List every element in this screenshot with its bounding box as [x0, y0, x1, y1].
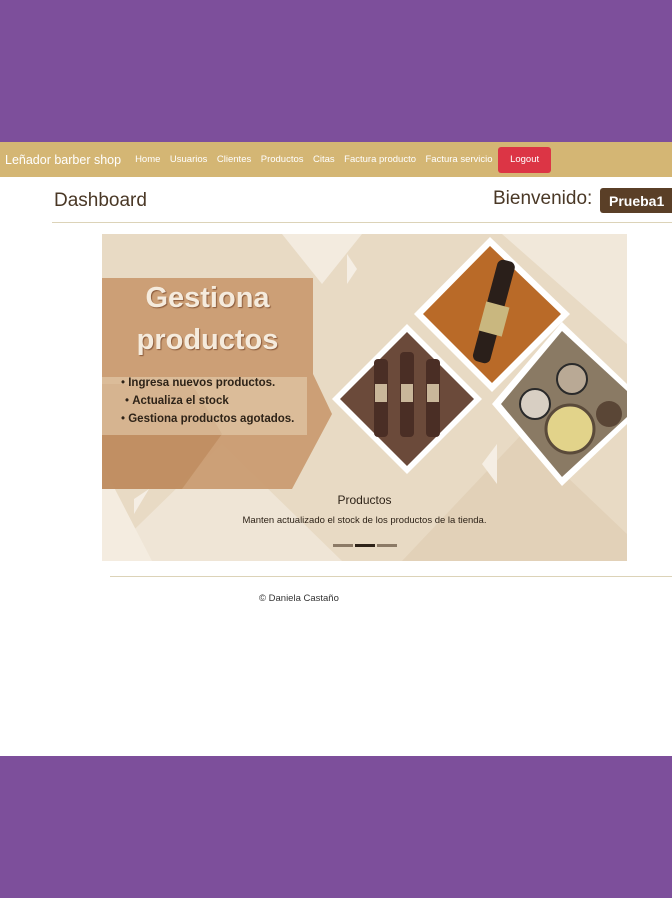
slide-bullet-list: Ingresa nuevos productos. Actualiza el s… — [121, 377, 294, 431]
nav-link-factura-servicio[interactable]: Factura servicio — [426, 154, 493, 165]
navbar: Leñador barber shop Home Usuarios Client… — [0, 142, 672, 177]
carousel-indicator-1[interactable] — [333, 544, 353, 547]
slide-bullet: Gestiona productos agotados. — [121, 413, 294, 425]
page: Leñador barber shop Home Usuarios Client… — [0, 142, 672, 756]
slide-heading-line1: Gestiona — [145, 282, 270, 314]
carousel-caption-text: Manten actualizado el stock de los produ… — [242, 515, 487, 526]
carousel-indicator-2[interactable] — [355, 544, 375, 547]
nav-link-productos[interactable]: Productos — [261, 154, 304, 165]
slide-heading: Gestiona productos — [102, 277, 313, 361]
slide-bullet: Actualiza el stock — [125, 395, 294, 407]
carousel-indicator-3[interactable] — [377, 544, 397, 547]
slide-bullet: Ingresa nuevos productos. — [121, 377, 294, 389]
logout-button[interactable]: Logout — [498, 146, 552, 173]
header-divider — [52, 222, 672, 223]
nav-link-factura-producto[interactable]: Factura producto — [344, 154, 416, 165]
footer-copyright: © Daniela Castaño — [259, 593, 339, 604]
carousel-caption-title: Productos — [337, 493, 392, 507]
username-badge: Prueba1 — [600, 188, 672, 213]
slide-heading-line2: productos — [136, 324, 279, 356]
nav-link-home[interactable]: Home — [135, 154, 160, 165]
nav-link-clientes[interactable]: Clientes — [217, 154, 251, 165]
footer-divider — [110, 576, 672, 577]
nav-link-citas[interactable]: Citas — [313, 154, 335, 165]
navbar-brand[interactable]: Leñador barber shop — [5, 153, 121, 167]
nav-link-usuarios[interactable]: Usuarios — [170, 154, 208, 165]
welcome-label: Bienvenido: — [493, 188, 593, 209]
carousel[interactable]: Gestiona productos Ingresa nuevos produc… — [102, 234, 627, 561]
page-title: Dashboard — [54, 190, 147, 211]
